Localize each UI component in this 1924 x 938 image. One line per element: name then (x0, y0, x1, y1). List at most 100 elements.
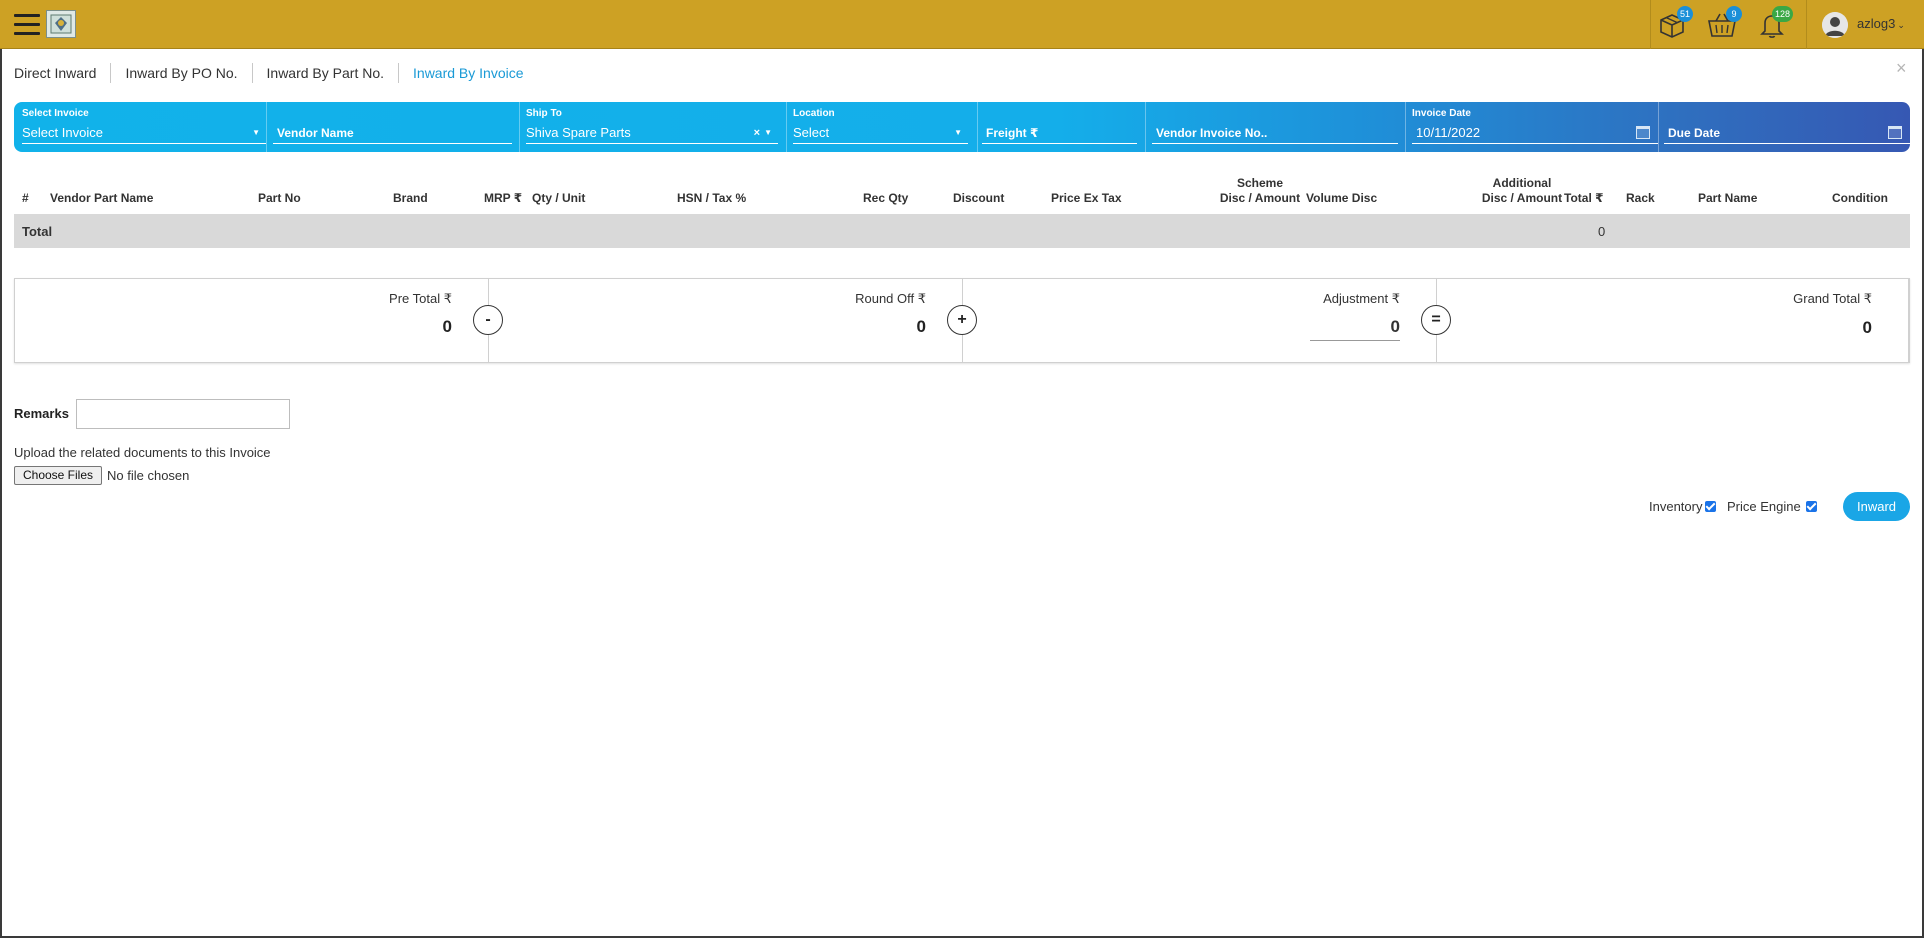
tab-inward-by-invoice[interactable]: Inward By Invoice (399, 63, 538, 83)
vendor-name-placeholder: Vendor Name (277, 125, 354, 140)
upload-label: Upload the related documents to this Inv… (14, 445, 271, 460)
filter-divider (786, 102, 787, 152)
vendor-invoice-no-field: Vendor Invoice No.. (1152, 108, 1398, 146)
col-rec-qty: Rec Qty (863, 191, 909, 205)
tab-inward-by-part[interactable]: Inward By Part No. (253, 63, 400, 83)
vendor-name-field: Vendor Name (273, 108, 512, 146)
table-total-row: Total 0 (14, 214, 1910, 248)
freight-input[interactable]: Freight ₹ (982, 122, 1137, 144)
col-part-name: Part Name (1698, 191, 1758, 205)
close-icon[interactable]: × (1896, 58, 1907, 79)
invoice-date-field: Invoice Date 10/11/2022 (1412, 108, 1658, 146)
remarks-input[interactable] (76, 399, 290, 429)
vendor-name-input[interactable]: Vendor Name (273, 122, 512, 144)
invoice-filter-bar: Select Invoice Select Invoice ▼ Vendor N… (14, 102, 1910, 152)
inventory-label: Inventory (1649, 499, 1703, 514)
tab-direct-inward[interactable]: Direct Inward (14, 63, 112, 83)
vendor-invoice-no-placeholder: Vendor Invoice No.. (1156, 125, 1268, 140)
hamburger-icon[interactable] (14, 14, 40, 36)
total-row-label: Total (22, 224, 53, 239)
pre-total-label: Pre Total ₹ (389, 291, 452, 306)
bell-icon[interactable]: 128 (1757, 6, 1793, 40)
location-dropdown[interactable]: Select ▼ (793, 122, 968, 144)
filter-divider (519, 102, 520, 152)
due-date-input[interactable]: Due Date (1664, 122, 1910, 144)
col-total: Total ₹ (1564, 191, 1604, 205)
filter-divider (977, 102, 978, 152)
chevron-down-icon: ▼ (954, 128, 962, 137)
remarks-label: Remarks (14, 406, 69, 421)
grand-total-cell: Grand Total ₹ 0 (1437, 279, 1909, 362)
totals-summary: Pre Total ₹ 0 Round Off ₹ 0 Adjustment ₹… (14, 278, 1910, 363)
filter-divider (1658, 102, 1659, 152)
location-value: Select (793, 125, 830, 140)
location-label: Location (793, 108, 835, 119)
chevron-down-icon: ▼ (764, 128, 772, 137)
plus-icon: + (947, 305, 977, 335)
col-additional-disc: Additional Disc / Amount (1467, 170, 1577, 210)
col-hsn-tax: HSN / Tax % (677, 191, 747, 205)
adjustment-label: Adjustment ₹ (1323, 291, 1400, 306)
ship-to-field: Ship To Shiva Spare Parts × ▼ (526, 108, 778, 146)
ship-to-value: Shiva Spare Parts (526, 125, 631, 140)
freight-field: Freight ₹ (982, 108, 1137, 146)
parcel-icon[interactable]: 51 (1657, 6, 1693, 40)
ship-to-dropdown[interactable]: Shiva Spare Parts × ▼ (526, 122, 778, 144)
basket-icon[interactable]: 9 (1706, 6, 1742, 40)
select-invoice-value: Select Invoice (22, 125, 103, 140)
adjustment-input[interactable]: 0 (1310, 315, 1400, 341)
round-off-label: Round Off ₹ (855, 291, 926, 306)
chevron-down-icon: ⌄ (1897, 20, 1905, 30)
price-engine-option: Price Engine (1727, 499, 1817, 514)
clear-icon[interactable]: × (754, 127, 760, 139)
filter-divider (1145, 102, 1146, 152)
pre-total-value: 0 (442, 317, 452, 336)
col-vendor-part-name: Vendor Part Name (50, 191, 154, 205)
inward-button[interactable]: Inward (1843, 492, 1910, 521)
avatar[interactable] (1822, 12, 1848, 38)
round-off-value: 0 (916, 317, 926, 336)
round-off-cell: Round Off ₹ 0 (489, 279, 963, 362)
parcel-badge: 51 (1676, 6, 1693, 22)
file-status: No file chosen (107, 468, 190, 483)
notification-badge: 128 (1771, 6, 1793, 22)
user-menu[interactable]: azlog3 ⌄ (1857, 16, 1905, 31)
company-logo[interactable] (46, 10, 76, 38)
topbar-divider (1650, 0, 1651, 49)
filter-divider (266, 102, 267, 152)
pre-total-cell: Pre Total ₹ 0 (15, 279, 489, 362)
col-brand: Brand (393, 191, 428, 205)
equals-icon: = (1421, 305, 1451, 335)
col-scheme-disc: Scheme Disc / Amount (1205, 170, 1315, 210)
location-field: Location Select ▼ (793, 108, 968, 146)
invoice-date-value: 10/11/2022 (1416, 125, 1481, 140)
col-scheme-line1: Scheme (1236, 176, 1284, 190)
col-mrp: MRP ₹ (484, 191, 523, 205)
col-index: # (22, 191, 29, 205)
col-condition: Condition (1832, 191, 1888, 205)
calendar-icon[interactable] (1888, 126, 1902, 139)
col-scheme-line2: Disc / Amount (1219, 191, 1301, 205)
price-engine-checkbox[interactable] (1805, 501, 1817, 512)
freight-placeholder: Freight ₹ (986, 125, 1039, 140)
due-date-field: Due Date (1664, 108, 1910, 146)
col-volume-disc: Volume Disc (1306, 191, 1378, 205)
inventory-option: Inventory (1649, 499, 1717, 514)
total-row-value: 0 (1598, 224, 1606, 239)
inward-tabs: Direct Inward Inward By PO No. Inward By… (14, 63, 538, 83)
inventory-checkbox[interactable] (1705, 501, 1717, 512)
select-invoice-dropdown[interactable]: Select Invoice ▼ (22, 122, 266, 144)
choose-files-button[interactable]: Choose Files (14, 466, 102, 485)
ship-to-label: Ship To (526, 108, 562, 119)
calendar-icon[interactable] (1636, 126, 1650, 139)
invoice-date-input[interactable]: 10/11/2022 (1412, 122, 1658, 144)
vendor-invoice-no-input[interactable]: Vendor Invoice No.. (1152, 122, 1398, 144)
col-qty-unit: Qty / Unit (532, 191, 586, 205)
tab-inward-by-po[interactable]: Inward By PO No. (111, 63, 253, 83)
basket-badge: 9 (1726, 6, 1742, 22)
col-additional-line1: Additional (1492, 176, 1552, 190)
username-label: azlog3 (1857, 16, 1896, 31)
col-price-ex-tax: Price Ex Tax (1051, 191, 1122, 205)
col-discount: Discount (953, 191, 1005, 205)
items-table-header: # Vendor Part Name Part No Brand MRP ₹ Q… (14, 170, 1910, 210)
